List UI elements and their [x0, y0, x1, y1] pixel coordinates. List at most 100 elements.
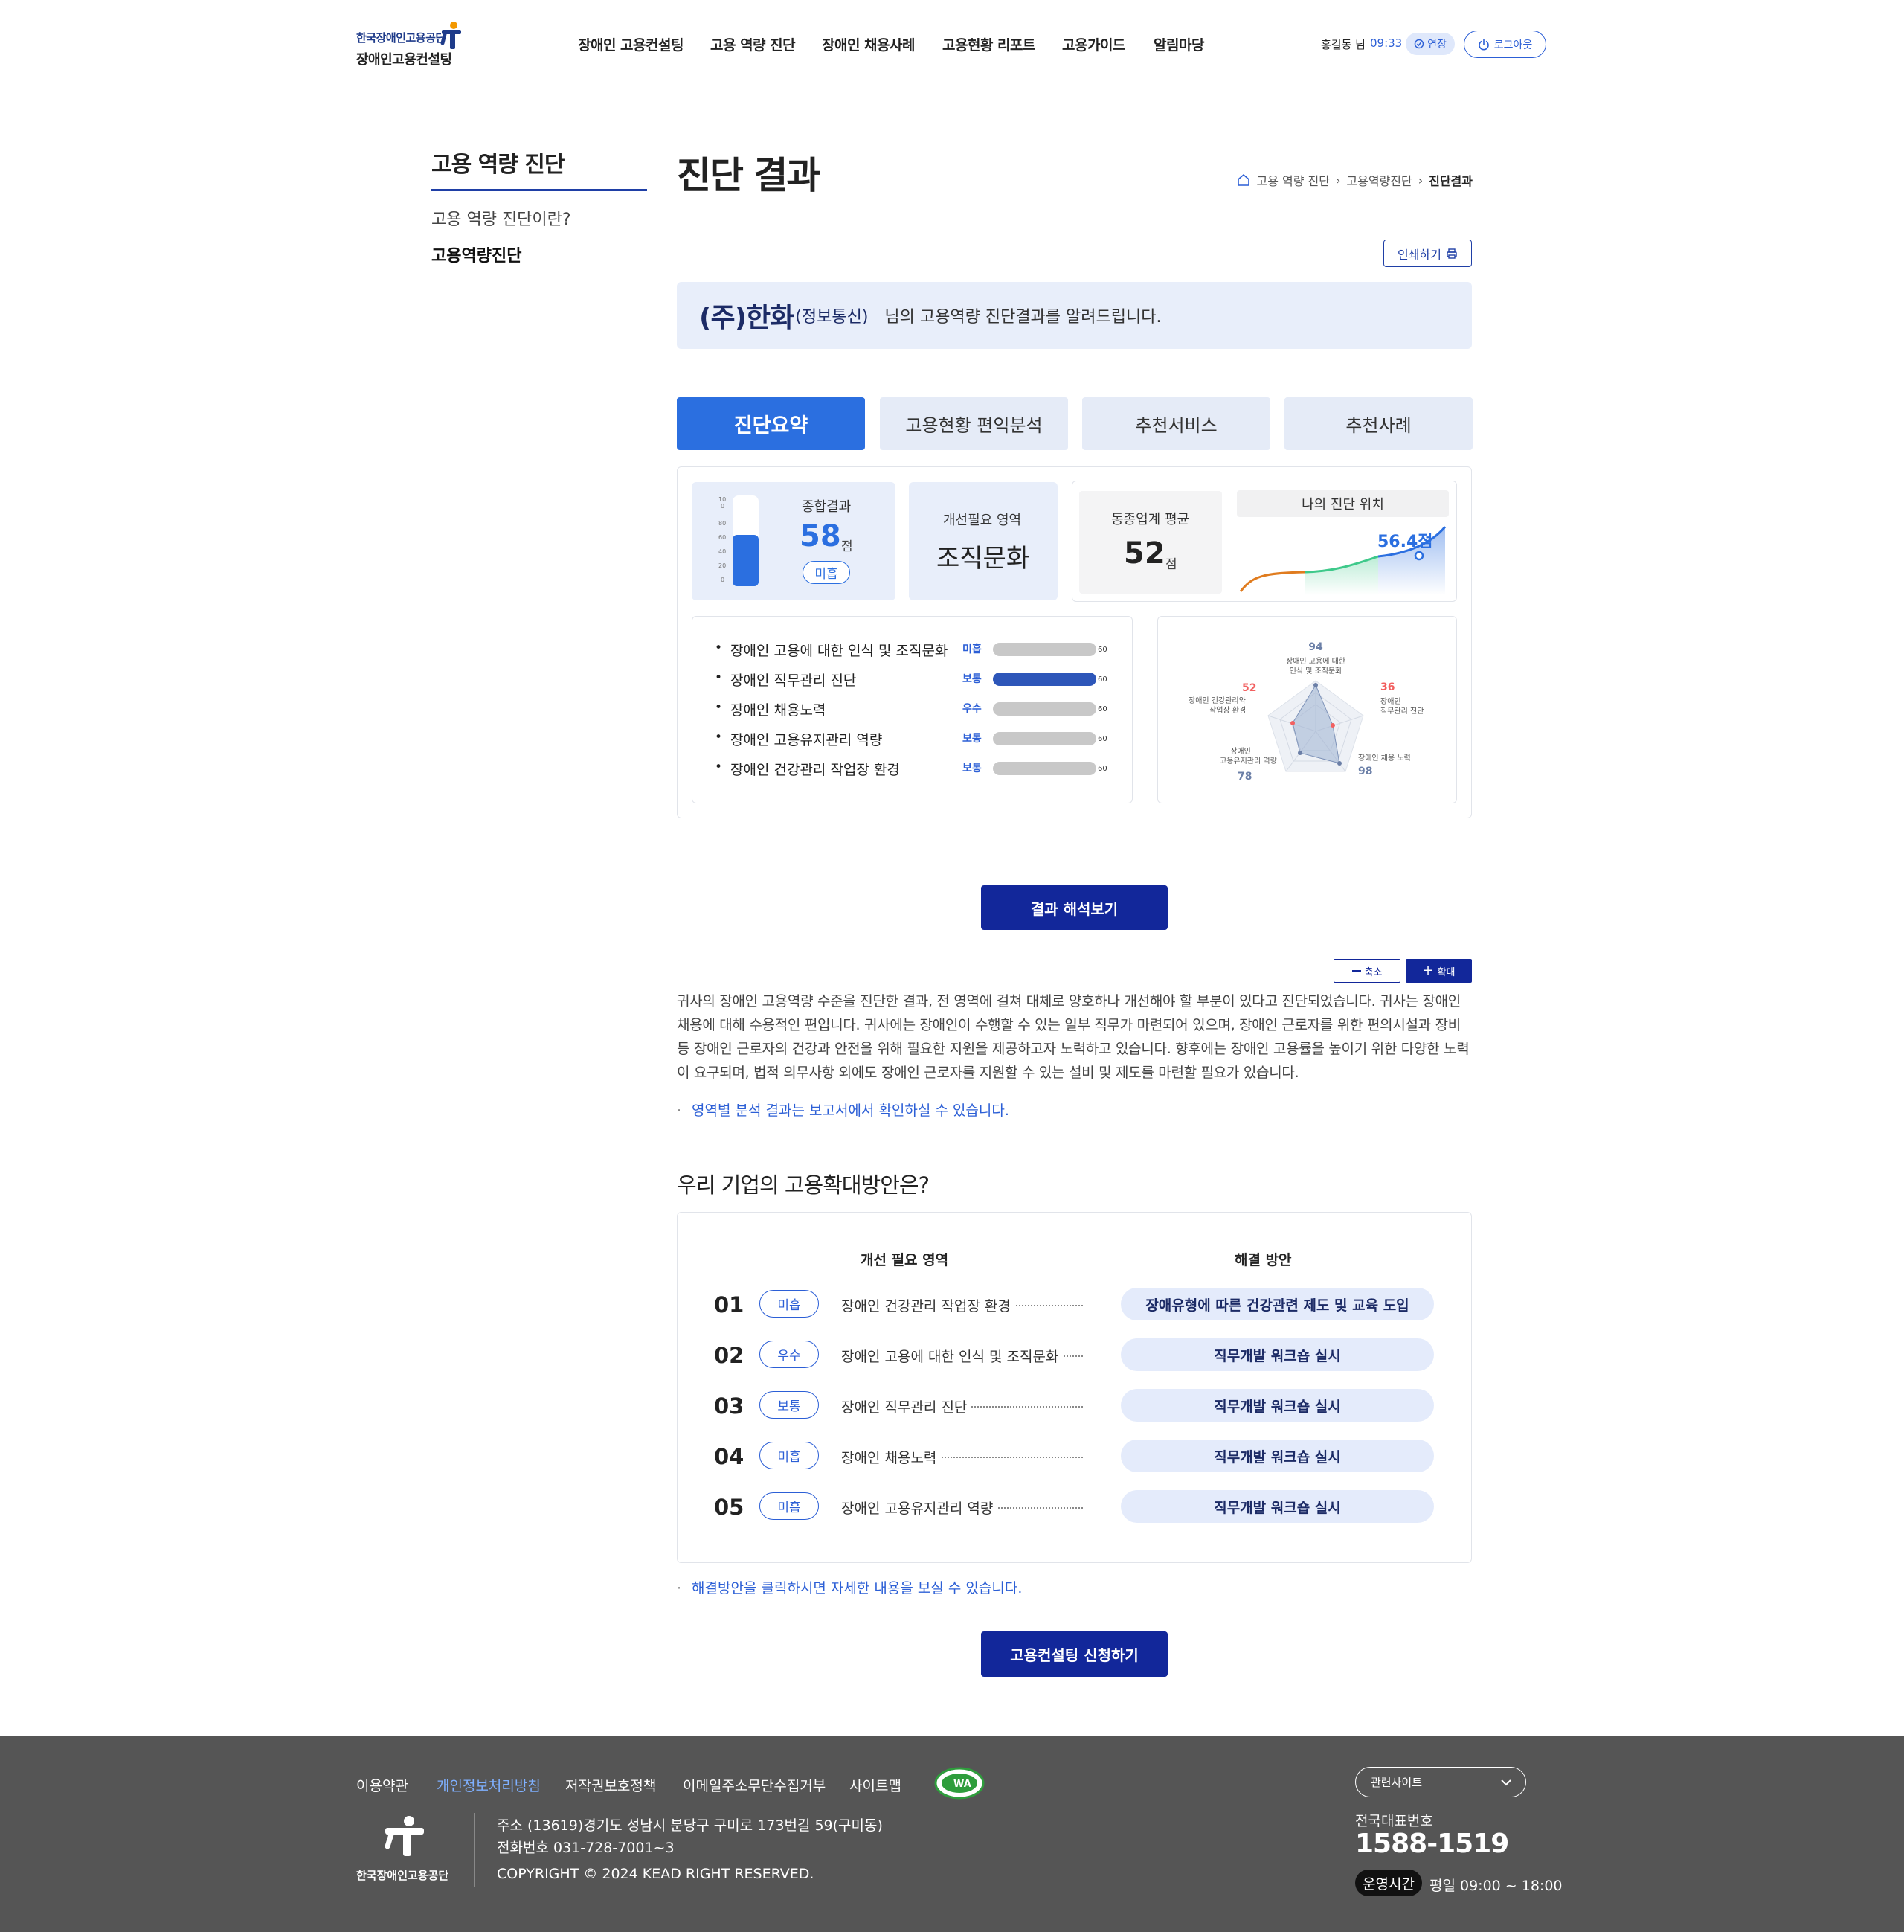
position-value: 56.4점 [1377, 533, 1433, 551]
report-note[interactable]: 영역별 분석 결과는 보고서에서 확인하실 수 있습니다. [677, 1100, 1009, 1120]
session-time: 09:33 [1370, 36, 1403, 50]
breadcrumb-item[interactable]: 고용역량진단 [1346, 171, 1412, 189]
site-name[interactable]: 장애인고용컨설팅 [356, 49, 452, 68]
plan-row-solution-button[interactable]: 직무개발 워크숍 실시 [1121, 1490, 1434, 1523]
tab-recommended-services[interactable]: 추천서비스 [1082, 397, 1270, 450]
clock-icon [1414, 39, 1424, 49]
bullet-icon: • [715, 730, 723, 745]
radar-top-label: 인식 및 조직문화 [1290, 667, 1342, 675]
home-icon[interactable] [1237, 173, 1250, 187]
area-grade: 보통 [962, 733, 982, 745]
greeting-banner: (주)한화 (정보통신) 님의 고용역량 진단결과를 알려드립니다. [677, 282, 1472, 349]
plan-row-solution-button[interactable]: 직무개발 워크숍 실시 [1121, 1440, 1434, 1472]
position-label: 나의 진단 위치 [1237, 490, 1449, 517]
footer-phone: 전화번호 031-728-7001~3 [497, 1840, 675, 1856]
plan-row-grade: 우수 [759, 1341, 819, 1368]
plan-row: 03 보통 장애인 직무관리 진단 직무개발 워크숍 실시 [714, 1389, 1435, 1422]
bullet-icon: • [715, 641, 723, 655]
site-footer [0, 1736, 1904, 1932]
plan-row: 04 미흡 장애인 채용노력 직무개발 워크숍 실시 [714, 1440, 1435, 1472]
plan-row-grade: 미흡 [759, 1492, 819, 1520]
plan-row-solution-button[interactable]: 장애유형에 따른 건강관련 제도 및 교육 도입 [1121, 1288, 1434, 1320]
footer-link-email[interactable]: 이메일주소무단수집거부 [683, 1775, 826, 1795]
score-unit: 점 [1165, 557, 1177, 572]
logout-label: 로그아웃 [1493, 39, 1533, 51]
plan-section-title: 우리 기업의 고용확대방안은? [677, 1172, 930, 1198]
footer-link-copyright[interactable]: 저작권보호정책 [565, 1775, 656, 1795]
plan-row-solution-button[interactable]: 직무개발 워크숍 실시 [1121, 1389, 1434, 1422]
footer-copyright: COPYRIGHT © 2024 KEAD RIGHT RESERVED. [497, 1866, 814, 1882]
web-accessibility-mark-icon: WA [934, 1767, 985, 1800]
plan-row-grade: 보통 [759, 1391, 819, 1419]
area-label: 장애인 고용유지관리 역량 [730, 732, 883, 748]
user-name: 홍길동 님 [1321, 38, 1366, 51]
nav-notice[interactable]: 알림마당 [1154, 34, 1204, 54]
plan-col-area: 개선 필요 영역 [861, 1252, 949, 1268]
radar-right-value: 36 [1380, 681, 1395, 693]
tab-recommended-cases[interactable]: 추천사례 [1284, 397, 1473, 450]
solution-note: 해결방안을 클릭하시면 자세한 내용을 보실 수 있습니다. [677, 1577, 1022, 1597]
bullet-icon: • [715, 670, 723, 685]
plan-row-number: 02 [714, 1343, 744, 1368]
zoom-in-button[interactable]: + 확대 [1406, 959, 1472, 983]
company-name: (주)한화 [699, 303, 794, 333]
logout-button[interactable]: 로그아웃 [1464, 31, 1546, 58]
footer-address: 주소 (13619)경기도 성남시 분당구 구미로 173번길 59(구미동) [497, 1817, 883, 1834]
zoom-out-button[interactable]: 축소 [1334, 959, 1400, 983]
svg-text:20: 20 [718, 562, 726, 569]
tab-benefit-analysis[interactable]: 고용현황 편익분석 [880, 397, 1068, 450]
nav-guide[interactable]: 고용가이드 [1062, 34, 1125, 54]
area-value: 60 [1098, 646, 1107, 654]
radar-br-label: 장애인 채용 노력 [1358, 754, 1411, 763]
improve-area-label: 개선필요 영역 [943, 513, 1022, 528]
nav-cases[interactable]: 장애인 채용사례 [822, 34, 915, 54]
interpret-result-button[interactable]: 결과 해석보기 [981, 885, 1168, 930]
radar-left-value: 52 [1242, 682, 1256, 694]
nav-diagnosis[interactable]: 고용 역량 진단 [710, 34, 796, 54]
hours-value: 평일 09:00 ~ 18:00 [1429, 1878, 1563, 1894]
area-value: 60 [1098, 675, 1107, 684]
area-bar [993, 643, 1096, 656]
sidebar-item-diagnosis[interactable]: 고용역량진단 [431, 243, 521, 266]
nav-consulting[interactable]: 장애인 고용컨설팅 [578, 34, 684, 54]
footer-divider [474, 1813, 475, 1887]
radar-right-label: 장애인 [1380, 697, 1401, 706]
apply-consulting-button[interactable]: 고용컨설팅 신청하기 [981, 1631, 1168, 1677]
zoom-in-label: 확대 [1437, 966, 1456, 978]
svg-text:80: 80 [718, 520, 726, 527]
plan-row-solution-button[interactable]: 직무개발 워크숍 실시 [1121, 1338, 1434, 1371]
area-value: 60 [1098, 705, 1107, 713]
area-label: 장애인 건강관리 작업장 환경 [730, 762, 900, 778]
area-bar [993, 702, 1096, 716]
total-score: 58 [800, 519, 841, 553]
plan-row-grade: 미흡 [759, 1290, 819, 1318]
breadcrumb-item[interactable]: 고용 역량 진단 [1256, 171, 1330, 189]
chevron-right-icon: › [1335, 173, 1341, 187]
plan-row-number: 04 [714, 1444, 744, 1469]
extend-session-button[interactable]: 연장 [1406, 33, 1455, 55]
nav-report[interactable]: 고용현황 리포트 [942, 34, 1035, 54]
radar-top-label: 장애인 고용에 대한 [1286, 657, 1345, 666]
area-grade: 보통 [962, 763, 982, 774]
plan-row-area: 장애인 직무관리 진단 [841, 1396, 972, 1416]
print-button[interactable]: 인쇄하기 [1383, 240, 1472, 267]
related-sites-select[interactable]: 관련사이트 [1355, 1767, 1526, 1797]
tab-summary[interactable]: 진단요약 [677, 397, 865, 450]
sidebar-item-about[interactable]: 고용 역량 진단이란? [431, 206, 571, 230]
sidebar-title: 고용 역량 진단 [431, 152, 565, 178]
plus-icon: + [1422, 963, 1434, 978]
page-title: 진단 결과 [677, 154, 820, 197]
plan-row-number: 05 [714, 1495, 744, 1520]
area-grade: 미흡 [962, 644, 982, 655]
radar-left-label: 작업장 환경 [1209, 705, 1246, 715]
footer-link-privacy[interactable]: 개인정보처리방침 [437, 1775, 541, 1795]
svg-text:0: 0 [721, 503, 724, 510]
footer-link-sitemap[interactable]: 사이트맵 [849, 1775, 901, 1795]
breadcrumb: 고용 역량 진단 › 고용역량진단 › 진단결과 [1237, 171, 1473, 189]
footer-link-terms[interactable]: 이용약관 [356, 1775, 408, 1795]
related-sites-label: 관련사이트 [1371, 1776, 1423, 1789]
area-bar [993, 673, 1096, 686]
plan-row-area: 장애인 건강관리 작업장 환경 [841, 1295, 1015, 1315]
peer-average-label: 동종업계 평균 [1111, 512, 1190, 527]
sidebar-divider [431, 189, 647, 191]
